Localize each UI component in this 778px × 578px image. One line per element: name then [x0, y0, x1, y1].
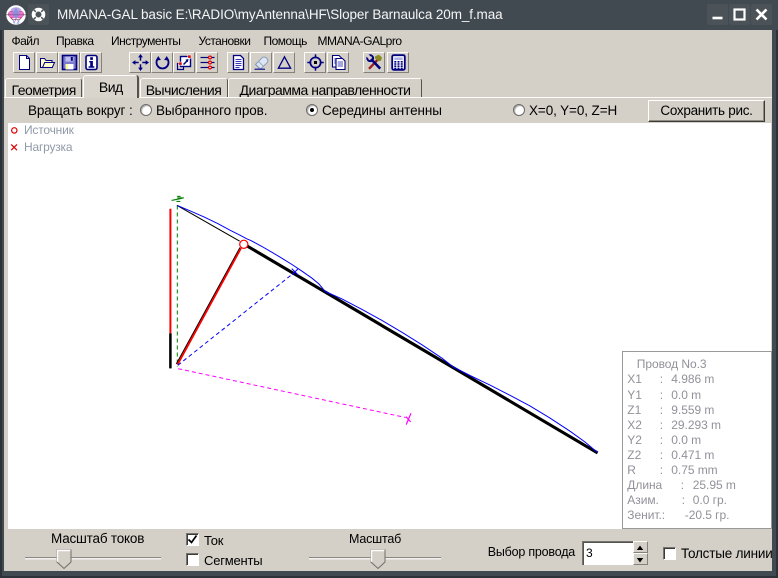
svg-text:V.3: V.3 — [12, 20, 19, 26]
